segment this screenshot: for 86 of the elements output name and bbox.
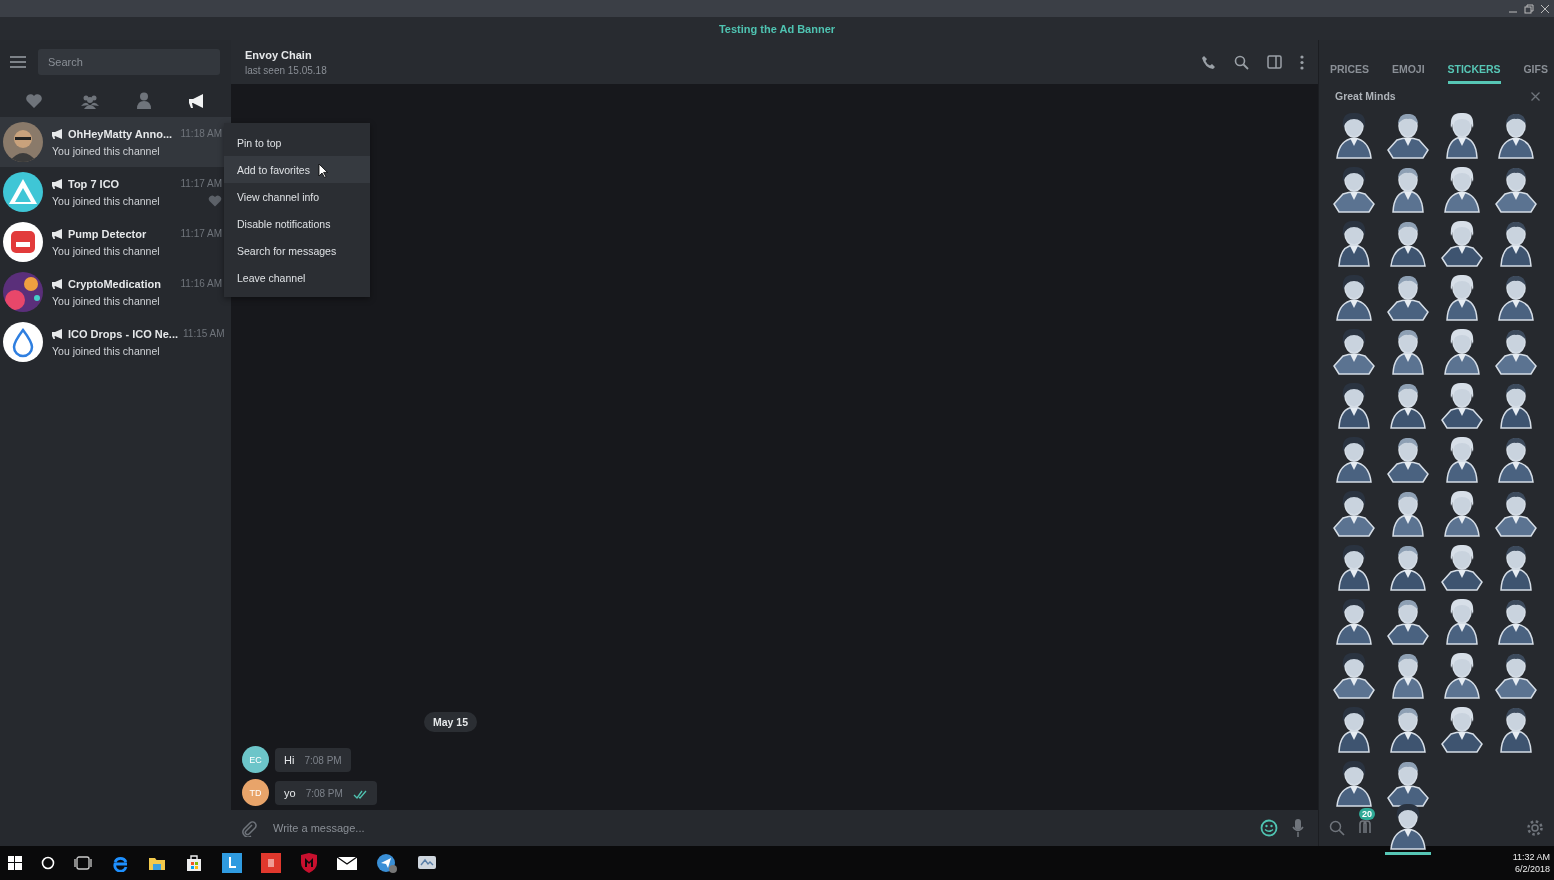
chat-title: Envoy Chain (245, 48, 313, 61)
sticker[interactable] (1331, 164, 1377, 214)
panel-tab[interactable]: PRICES (1330, 40, 1370, 84)
double-check-icon (352, 789, 368, 799)
smile-icon[interactable] (1260, 819, 1278, 837)
chat-name: Pump Detector (68, 227, 147, 240)
mail-icon[interactable] (337, 856, 357, 870)
sticker[interactable] (1331, 488, 1377, 538)
folder-icon[interactable] (148, 855, 166, 871)
sticker[interactable] (1439, 704, 1485, 754)
launcher-tile-icon[interactable] (222, 853, 242, 873)
chat-name: OhHeyMatty Anno... (68, 127, 173, 140)
paperclip-icon[interactable] (241, 819, 257, 837)
megaphone-icon (52, 228, 63, 239)
megaphone-icon (52, 328, 63, 339)
search-field[interactable]: Search (38, 49, 220, 75)
panel-tab[interactable]: EMOJI (1391, 40, 1425, 84)
chat-name: CryptoMedication (68, 277, 161, 290)
channel-avatar (3, 222, 43, 262)
megaphone-icon (52, 128, 63, 139)
menu-icon[interactable] (10, 56, 26, 68)
message-text: Hi (284, 753, 295, 766)
microphone-icon[interactable] (1292, 819, 1304, 837)
panel-tab[interactable]: GIFS (1523, 40, 1548, 84)
sender-avatar: EC (242, 746, 269, 773)
search-circle-icon[interactable] (41, 856, 55, 870)
app-window-icon[interactable] (417, 854, 437, 872)
heart-icon[interactable] (208, 194, 222, 207)
search-icon[interactable] (1329, 820, 1345, 836)
chat-preview: You joined this channel (52, 344, 160, 357)
chat-preview: You joined this channel (52, 144, 160, 157)
search-icon[interactable] (1234, 54, 1249, 70)
clock-date: 6/2/2018 (1514, 864, 1550, 874)
store-icon[interactable] (185, 854, 203, 872)
close-icon[interactable] (1531, 91, 1540, 101)
chat-time: 11:17 AM (180, 178, 222, 189)
menu-item[interactable]: Add to favorites (224, 156, 370, 183)
sticker[interactable] (1439, 218, 1485, 268)
messenger-icon[interactable] (376, 853, 398, 873)
app-tile-icon[interactable] (261, 853, 281, 873)
panel-toggle-icon[interactable] (1267, 55, 1282, 69)
count-badge: 20 (1359, 808, 1375, 820)
chat-name: Top 7 ICO (68, 177, 120, 190)
browser-icon[interactable] (111, 854, 129, 872)
settings-icon[interactable] (1526, 819, 1544, 837)
chat-name: ICO Drops - ICO Ne... (68, 327, 178, 340)
channel-avatar (3, 272, 43, 312)
message-time: 7:08 PM (304, 754, 342, 766)
clock-time: 11:32 AM (1512, 852, 1550, 862)
chat-time: 11:16 AM (180, 278, 222, 289)
message-input[interactable]: Write a message... (271, 821, 1246, 835)
chat-preview: You joined this channel (52, 194, 160, 207)
windows-start-icon[interactable] (8, 856, 22, 870)
date-chip: May 15 (424, 712, 478, 732)
ad-banner-title[interactable]: Testing the Ad Banner (718, 22, 836, 35)
chat-preview: You joined this channel (52, 294, 160, 307)
task-view-icon[interactable] (74, 856, 92, 870)
chat-preview: You joined this channel (52, 244, 160, 257)
channel-avatar (3, 322, 43, 362)
sender-avatar: TD (242, 779, 269, 806)
heart-icon[interactable] (24, 92, 43, 109)
close-icon[interactable] (1540, 3, 1550, 14)
sticker-set-title: Great Minds (1335, 90, 1396, 102)
mouse-cursor-icon (318, 163, 328, 178)
panel-tab[interactable]: STICKERS (1447, 40, 1501, 84)
shield-icon[interactable] (300, 853, 318, 873)
chat-list-item[interactable]: OhHeyMatty Anno... 11:18 AM You joined this channel (0, 117, 231, 167)
person-icon[interactable] (137, 92, 152, 109)
last-seen-status: last seen 15.05.18 (245, 64, 328, 76)
message-time: 7:08 PM (305, 787, 343, 799)
chat-time: 11:15 AM (183, 328, 225, 339)
megaphone-icon (52, 278, 63, 289)
sticker[interactable] (1331, 326, 1377, 376)
message-text: yo (284, 786, 296, 799)
chat-time: 11:18 AM (180, 128, 222, 139)
chat-list-item[interactable]: ICO Drops - ICO Ne... 11:15 AM You joined this channel (0, 317, 231, 367)
restore-icon[interactable] (1524, 3, 1534, 14)
more-icon[interactable] (1300, 54, 1304, 70)
channel-avatar (3, 172, 43, 212)
channel-avatar (3, 122, 43, 162)
sticker[interactable] (1331, 650, 1377, 700)
chat-time: 11:17 AM (180, 228, 222, 239)
sticker[interactable] (1439, 542, 1485, 592)
sticker[interactable] (1439, 380, 1485, 430)
megaphone-icon (52, 178, 63, 189)
phone-icon[interactable] (1201, 54, 1216, 70)
